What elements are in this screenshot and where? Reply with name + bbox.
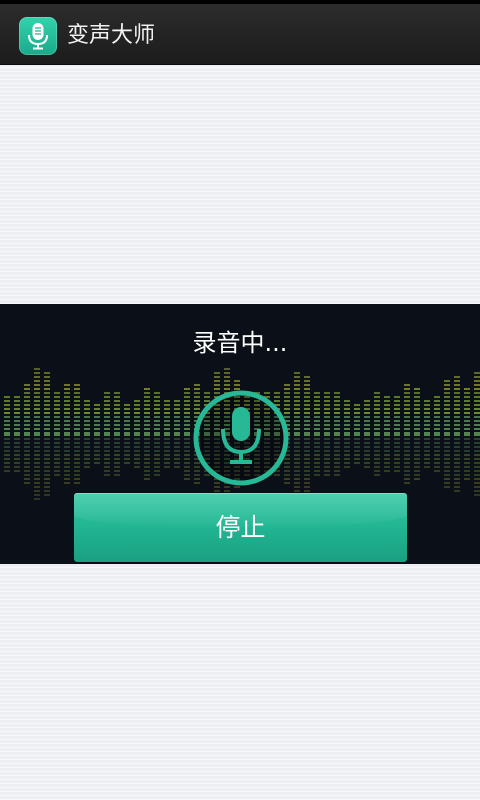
recording-status: 录音中... (192, 329, 288, 357)
action-bar: 变声大师 (0, 4, 480, 65)
microphone-indicator (192, 389, 290, 487)
stop-button[interactable]: 停止 (74, 493, 407, 562)
app-title: 变声大师 (67, 23, 156, 48)
app-icon (19, 17, 57, 55)
stop-button-label: 停止 (215, 513, 266, 542)
recording-panel: 录音中... 停止 (0, 304, 480, 564)
microphone-icon (28, 23, 48, 50)
microphone-icon (193, 390, 289, 486)
